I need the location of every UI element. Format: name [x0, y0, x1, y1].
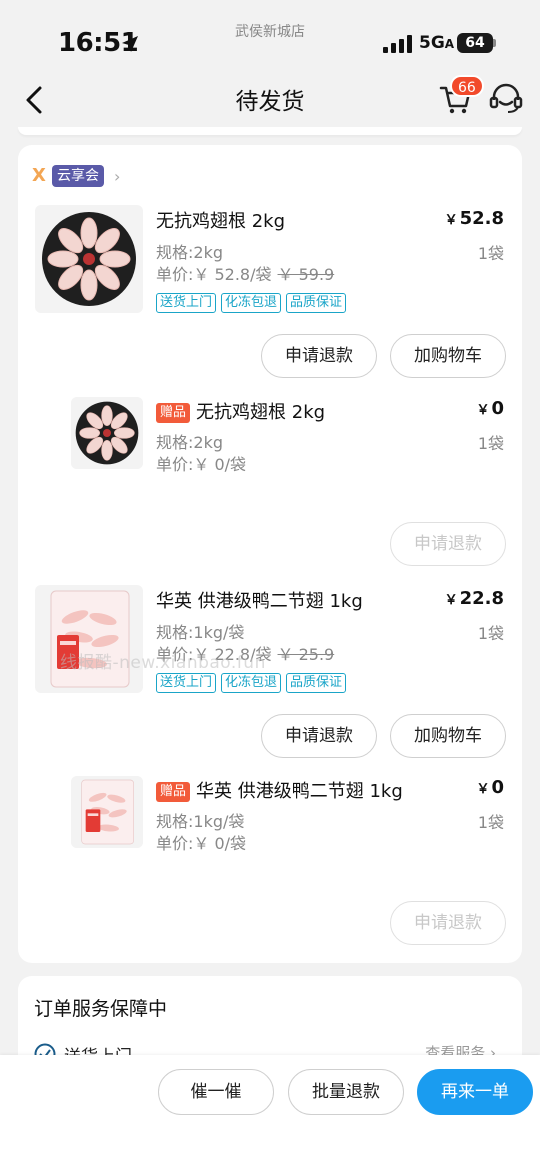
nav-bar: 待发货 66	[0, 70, 540, 130]
duck-wings-bag-image	[71, 776, 143, 848]
customer-service-icon[interactable]	[488, 82, 524, 116]
gift-item: 赠品 无抗鸡翅根 2kg ￥ 0 1袋 规格:2kg 单价:￥ 0/袋 申请退款	[18, 395, 522, 566]
add-to-cart-button[interactable]: 加购物车	[390, 714, 506, 758]
product-name[interactable]: 华英 供港级鸭二节翅 1kg	[156, 587, 363, 613]
original-price: ￥ 25.9	[277, 645, 335, 664]
tag-thaw-refund: 化冻包退	[221, 293, 282, 313]
product-quantity: 1袋	[477, 434, 504, 453]
product-image[interactable]	[35, 205, 143, 313]
product-quantity: 1袋	[477, 813, 504, 832]
product-spec: 规格:1kg/袋	[156, 623, 245, 642]
order-items-card: X 云享会 › 无抗鸡翅根 2kg ￥ 52.8 1袋 规格:2kg 单价:￥ …	[18, 145, 522, 963]
tag-quality: 品质保证	[286, 293, 347, 313]
signal-icon	[383, 35, 412, 53]
tag-delivery: 送货上门	[156, 673, 217, 693]
currency-symbol: ￥	[476, 403, 490, 418]
unit-price: 单价:￥ 52.8/袋	[156, 265, 272, 284]
tag-quality: 品质保证	[286, 673, 347, 693]
duck-wings-bag-image	[50, 590, 130, 688]
currency-symbol: ￥	[444, 213, 458, 228]
network-label: 5GA	[419, 33, 454, 53]
unit-price: 单价:￥ 0/袋	[156, 455, 247, 474]
brand-name: 云享会	[52, 165, 104, 187]
price-value: 22.8	[459, 588, 504, 609]
chevron-right-icon: ›	[114, 167, 121, 186]
price-value: 0	[491, 398, 504, 419]
battery-icon: 64	[457, 33, 493, 53]
brand-logo-icon: X	[32, 165, 46, 186]
product-name-row[interactable]: 赠品 华英 供港级鸭二节翅 1kg	[156, 777, 403, 803]
currency-symbol: ￥	[444, 593, 458, 608]
unit-price: 单价:￥ 0/袋	[156, 834, 247, 853]
add-to-cart-button[interactable]: 加购物车	[390, 334, 506, 378]
product-price: ￥ 52.8	[445, 208, 504, 229]
original-price: ￥ 59.9	[277, 265, 335, 284]
refund-button[interactable]: 申请退款	[390, 901, 506, 945]
product-price: ￥ 22.8	[445, 588, 504, 609]
order-item: 华英 供港级鸭二节翅 1kg ￥ 22.8 1袋 规格:1kg/袋 单价:￥ 22…	[18, 585, 522, 765]
product-image[interactable]	[71, 776, 143, 848]
product-spec: 规格:1kg/袋	[156, 812, 245, 831]
gift-item: 赠品 华英 供港级鸭二节翅 1kg ￥ 0 1袋 规格:1kg/袋 单价:￥ 0/袋…	[18, 774, 522, 945]
product-quantity: 1袋	[477, 624, 504, 643]
product-name-row[interactable]: 赠品 无抗鸡翅根 2kg	[156, 398, 325, 424]
service-tags: 送货上门 化冻包退 品质保证	[156, 673, 347, 693]
refund-button[interactable]: 申请退款	[261, 334, 377, 378]
order-page: 16:51 武侯新城店 5GA 64 待发货 66 X 云享会 › 无抗鸡翅根 …	[0, 0, 540, 1174]
product-quantity: 1袋	[477, 244, 504, 263]
product-price: ￥ 0	[476, 777, 504, 798]
service-tags: 送货上门 化冻包退 品质保证	[156, 293, 347, 313]
price-value: 0	[491, 777, 504, 798]
tag-thaw-refund: 化冻包退	[221, 673, 282, 693]
service-card-title: 订单服务保障中	[34, 998, 168, 1020]
watermark: 线报酷-new.xianbao.fun	[60, 653, 266, 673]
urge-button[interactable]: 催一催	[158, 1069, 274, 1115]
network-type: 5G	[419, 33, 445, 53]
network-suffix-icon: A	[444, 37, 455, 51]
refund-button[interactable]: 申请退款	[261, 714, 377, 758]
product-name: 华英 供港级鸭二节翅 1kg	[196, 781, 403, 802]
cart-count-badge: 66	[450, 75, 484, 97]
gift-badge: 赠品	[156, 403, 191, 423]
battery-tip	[493, 39, 496, 47]
product-price: ￥ 0	[476, 398, 504, 419]
gift-badge: 赠品	[156, 782, 191, 802]
chicken-wings-image	[71, 397, 143, 469]
tag-delivery: 送货上门	[156, 293, 217, 313]
refund-button[interactable]: 申请退款	[390, 522, 506, 566]
batch-refund-button[interactable]: 批量退款	[288, 1069, 404, 1115]
product-spec: 规格:2kg	[156, 433, 223, 452]
status-bar: 16:51 武侯新城店 5GA 64	[0, 0, 540, 80]
currency-symbol: ￥	[476, 782, 490, 797]
order-item: 无抗鸡翅根 2kg ￥ 52.8 1袋 规格:2kg 单价:￥ 52.8/袋 ￥ 5…	[18, 205, 522, 385]
reorder-button[interactable]: 再来一单	[417, 1069, 533, 1115]
unit-price-row: 单价:￥ 52.8/袋 ￥ 59.9	[156, 261, 334, 285]
product-name[interactable]: 无抗鸡翅根 2kg	[156, 207, 285, 233]
product-image[interactable]	[71, 397, 143, 469]
chicken-wings-image	[42, 212, 136, 306]
product-spec: 规格:2kg	[156, 243, 223, 262]
product-name: 无抗鸡翅根 2kg	[196, 402, 326, 423]
bottom-action-bar: 催一催 批量退款 再来一单	[0, 1055, 540, 1174]
price-value: 52.8	[459, 208, 504, 229]
product-image[interactable]	[35, 585, 143, 693]
previous-card-edge	[18, 127, 522, 135]
